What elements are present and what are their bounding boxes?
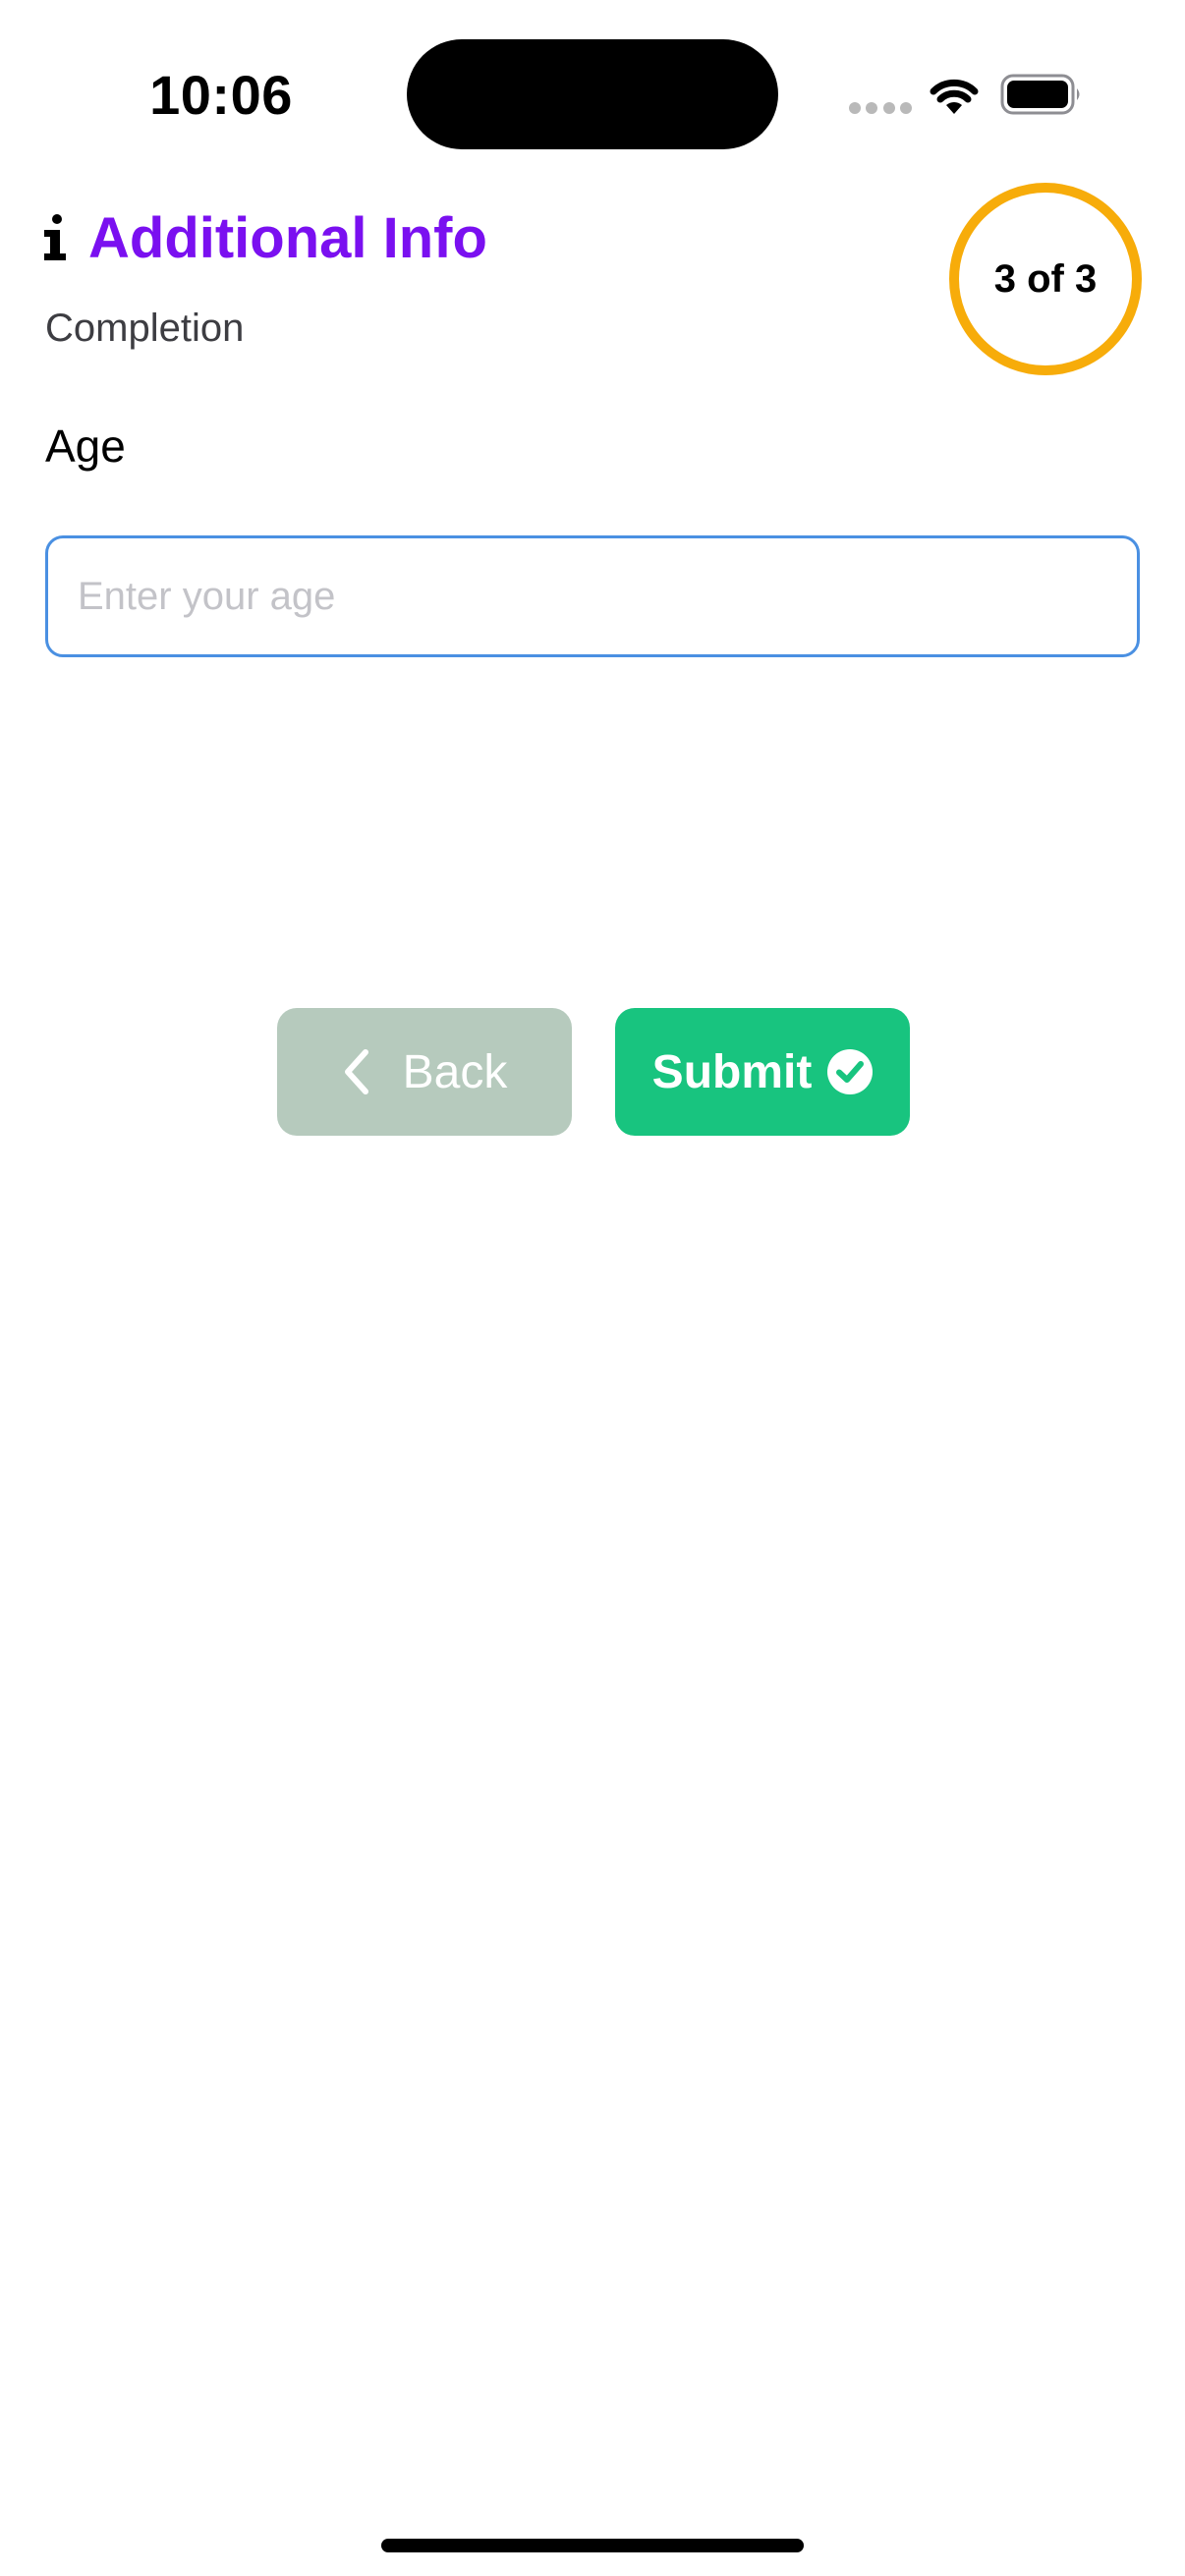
wifi-icon — [930, 79, 979, 114]
back-button[interactable]: Back — [277, 1008, 572, 1136]
status-time: 10:06 — [149, 64, 293, 126]
dynamic-island — [407, 39, 778, 149]
cellular-signal-icon — [849, 102, 912, 116]
battery-icon — [1000, 74, 1080, 115]
submit-button[interactable]: Submit — [615, 1008, 910, 1136]
home-indicator[interactable] — [381, 2539, 804, 2552]
age-label: Age — [45, 420, 126, 472]
info-icon — [44, 214, 66, 260]
page-title: Additional Info — [88, 206, 487, 270]
step-progress-badge: 3 of 3 — [949, 183, 1142, 375]
chevron-left-icon — [344, 1049, 368, 1094]
submit-button-label: Submit — [651, 1045, 813, 1098]
back-button-label: Back — [402, 1045, 508, 1098]
page-subtitle: Completion — [45, 307, 245, 350]
age-input[interactable] — [45, 535, 1140, 657]
check-circle-icon — [827, 1049, 874, 1094]
